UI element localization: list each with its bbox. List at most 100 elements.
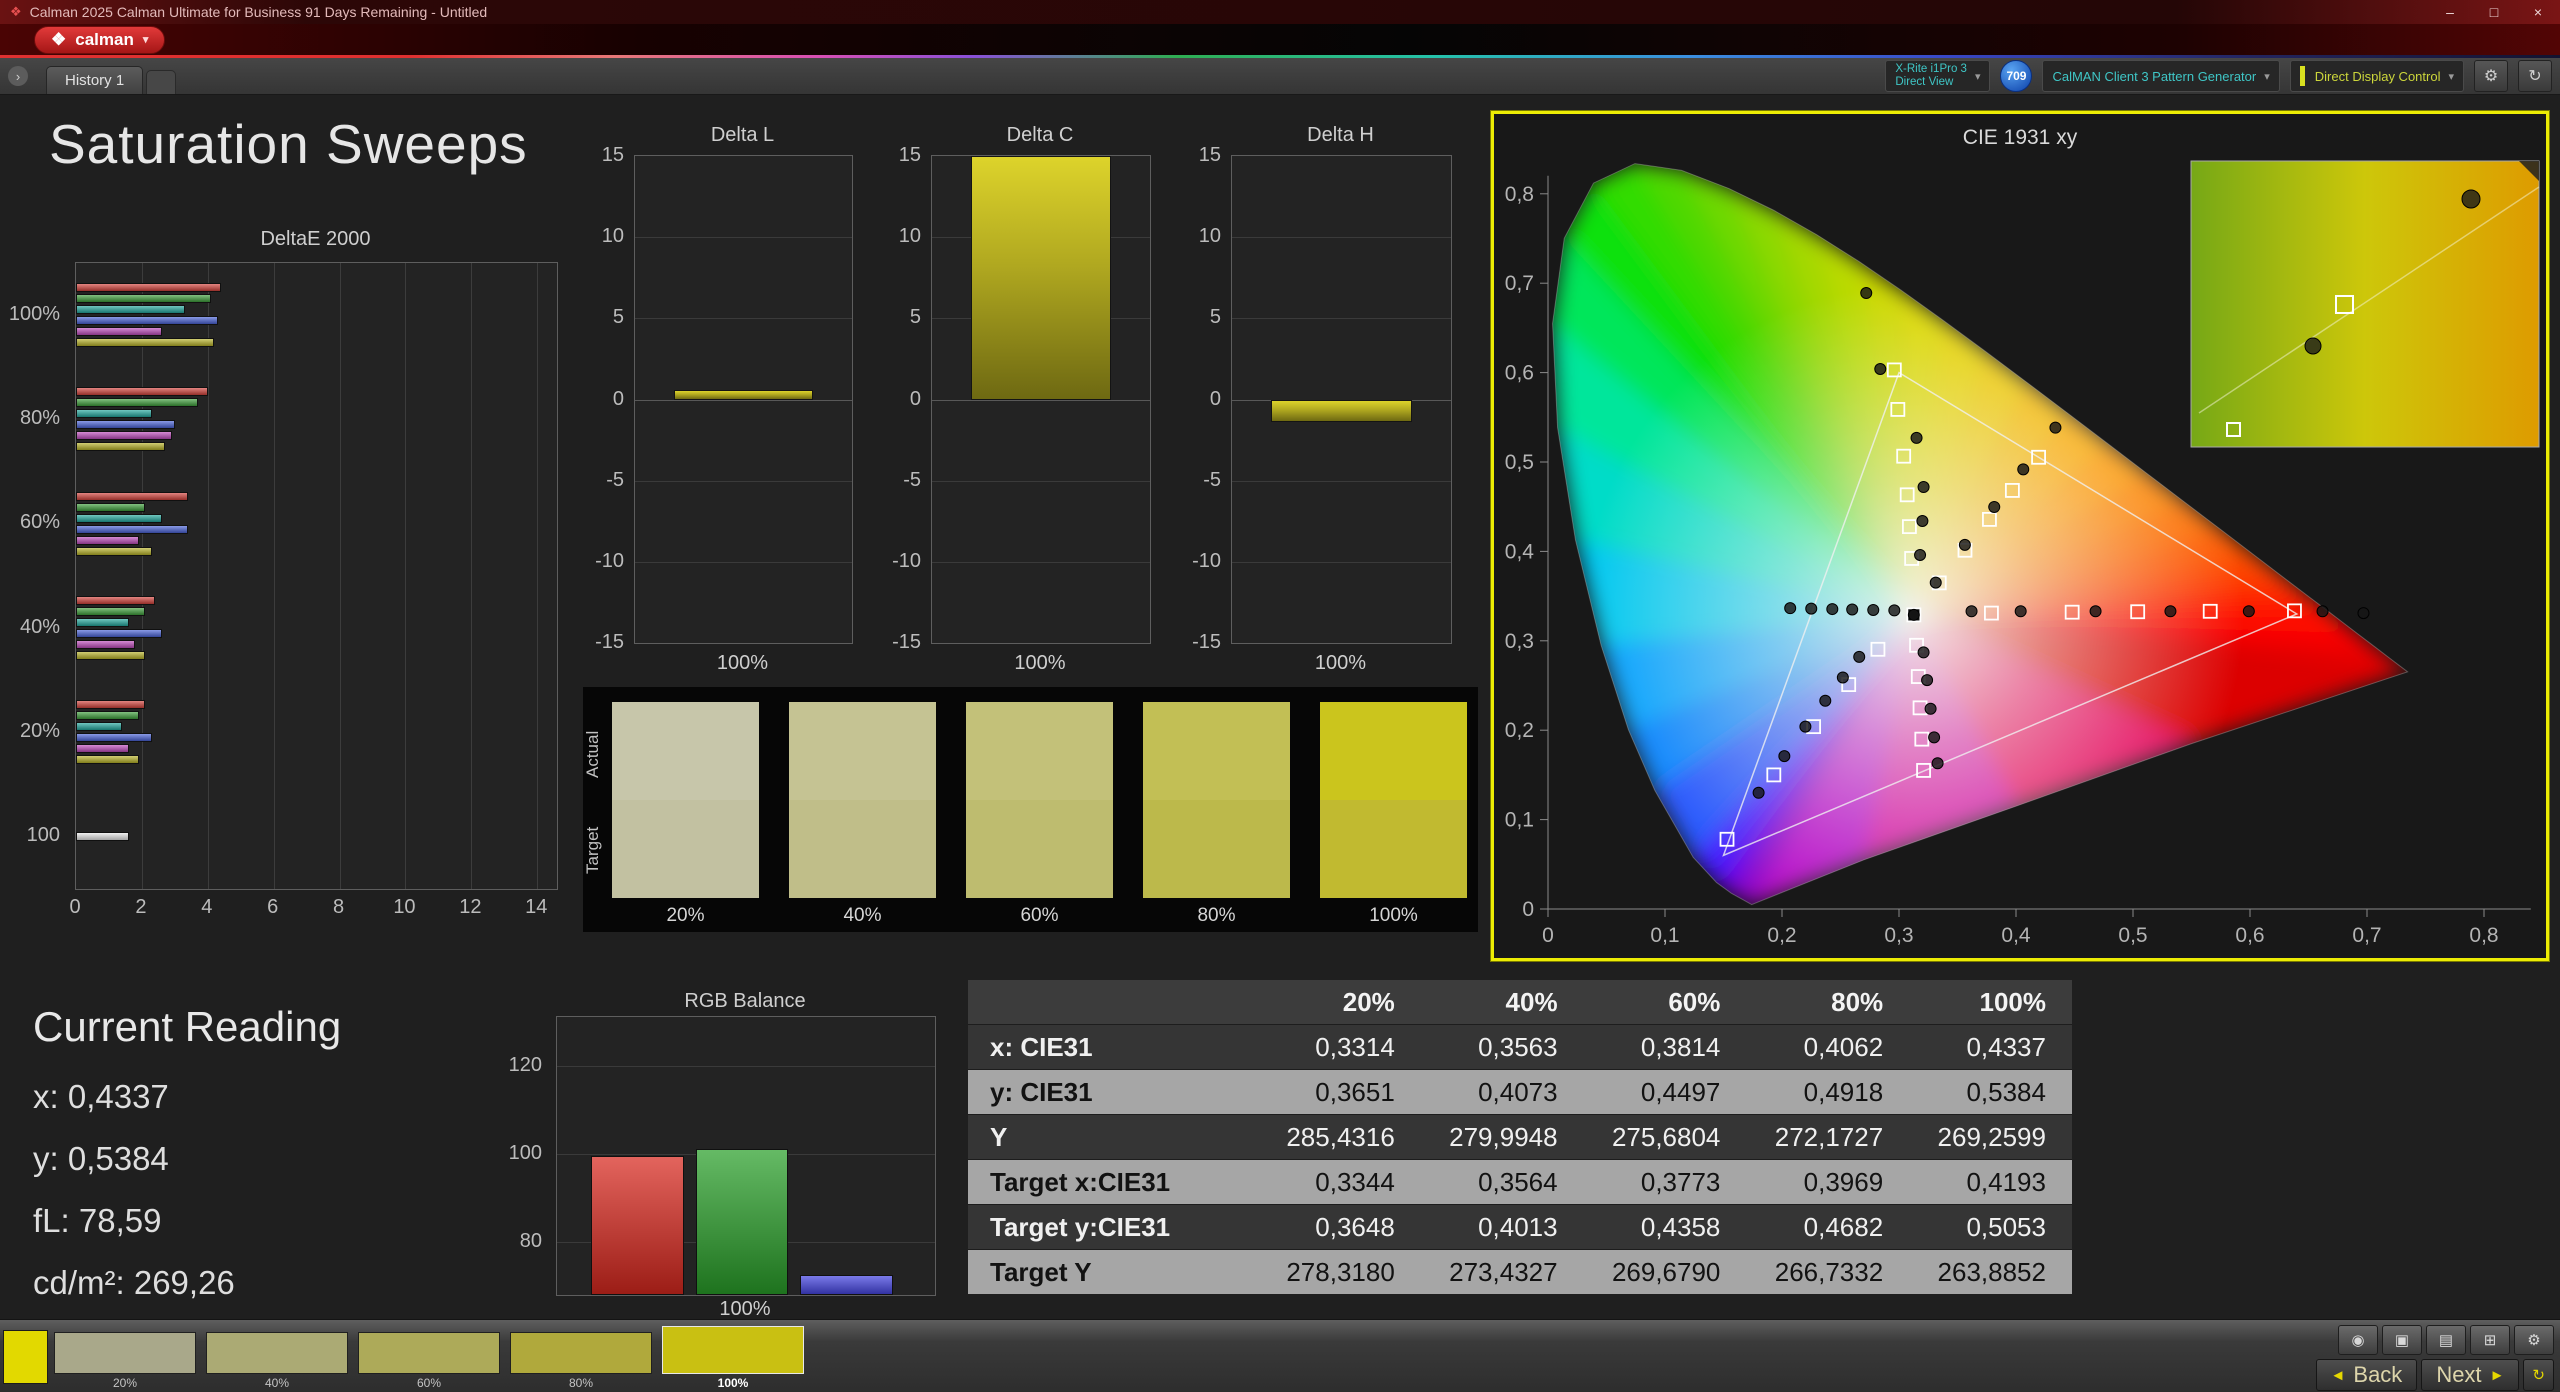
tab-stub[interactable] bbox=[146, 70, 176, 94]
close-button[interactable]: × bbox=[2516, 0, 2560, 24]
current-pattern-swatch bbox=[3, 1330, 48, 1384]
deltae-bar bbox=[76, 711, 139, 720]
gridline bbox=[635, 481, 852, 482]
rgb-bar-blue bbox=[800, 1275, 893, 1295]
svg-text:0,7: 0,7 bbox=[2352, 924, 2381, 947]
table-cell: 0,4073 bbox=[1421, 1077, 1584, 1108]
pattern-swatch-60%[interactable] bbox=[358, 1332, 500, 1374]
gridline bbox=[1232, 481, 1451, 482]
svg-text:0: 0 bbox=[1522, 898, 1534, 921]
row-label: Target Y bbox=[968, 1257, 1258, 1288]
meter-mode: Direct View bbox=[1895, 76, 1967, 89]
pattern-swatch-100%[interactable] bbox=[662, 1326, 804, 1374]
deltae-ylabel: 80% bbox=[0, 366, 70, 470]
deltae-bar bbox=[76, 327, 162, 336]
advance-button[interactable]: ↻ bbox=[2523, 1359, 2554, 1391]
gridline bbox=[635, 318, 852, 319]
svg-text:0,8: 0,8 bbox=[2469, 924, 2498, 947]
axis-tick-label: 5 bbox=[1210, 306, 1221, 328]
deltae-xtick: 6 bbox=[267, 896, 278, 919]
table-cell: 0,4193 bbox=[1909, 1167, 2072, 1198]
pattern-swatch-20%[interactable] bbox=[54, 1332, 196, 1374]
deltae-xlabels: 02468101214 bbox=[75, 896, 556, 922]
display-control-dropdown[interactable]: Direct Display Control ▾ bbox=[2290, 60, 2464, 92]
table-row: x: CIE310,33140,35630,38140,40620,4337 bbox=[968, 1024, 2072, 1069]
minimize-button[interactable]: – bbox=[2428, 0, 2472, 24]
deltae-bar bbox=[76, 294, 211, 303]
deltae-bar bbox=[76, 525, 188, 534]
axis-tick-label: -10 bbox=[892, 550, 921, 572]
deltae-ylabel: 60% bbox=[0, 471, 70, 575]
layout-button[interactable]: ⊞ bbox=[2470, 1325, 2510, 1355]
table-header-row: 20%40%60%80%100% bbox=[968, 980, 2072, 1024]
refresh-button[interactable]: ↻ bbox=[2518, 60, 2552, 92]
svg-text:0: 0 bbox=[1542, 924, 1554, 947]
deltae-xtick: 2 bbox=[135, 896, 146, 919]
meter-dropdown[interactable]: X-Rite i1Pro 3 Direct View ▾ bbox=[1885, 60, 1990, 92]
deltae-ylabel: 100% bbox=[0, 262, 70, 366]
swatch-label: 100% bbox=[1320, 905, 1467, 927]
display-control-indicator bbox=[2300, 66, 2305, 86]
back-label: Back bbox=[2353, 1362, 2402, 1388]
next-button[interactable]: Next ► bbox=[2421, 1359, 2519, 1391]
gear-icon: ⚙ bbox=[2484, 66, 2498, 86]
tab-history-1[interactable]: History 1 bbox=[46, 66, 143, 94]
deltae-bar bbox=[76, 316, 218, 325]
report-button[interactable]: ▤ bbox=[2426, 1325, 2466, 1355]
axis-tick-label: 10 bbox=[602, 225, 624, 247]
app-diamond-icon: ❖ bbox=[10, 4, 22, 20]
svg-text:0,1: 0,1 bbox=[1505, 809, 1534, 832]
swatch-panel: Actual Target 20%40%60%80%100% bbox=[583, 687, 1478, 932]
reading-cdm2: cd/m²: 269,26 bbox=[33, 1264, 235, 1302]
chevron-down-icon: ▾ bbox=[1975, 70, 1981, 83]
deltae-bar bbox=[76, 305, 185, 314]
settings-gear-button[interactable]: ⚙ bbox=[2474, 60, 2508, 92]
deltae-bar bbox=[76, 283, 221, 292]
table-cell: 0,4497 bbox=[1584, 1077, 1747, 1108]
current-reading-title: Current Reading bbox=[33, 1003, 341, 1051]
options-gear-button[interactable]: ⚙ bbox=[2514, 1325, 2554, 1355]
deltae-bar bbox=[76, 338, 214, 347]
deltae-bar bbox=[76, 629, 162, 638]
deltae-ylabel: 20% bbox=[0, 679, 70, 783]
table-cell: 0,3564 bbox=[1421, 1167, 1584, 1198]
calman-menu-button[interactable]: ❖ calman ▾ bbox=[34, 26, 165, 54]
table-cell: 285,4316 bbox=[1258, 1122, 1421, 1153]
table-cell: 278,3180 bbox=[1258, 1257, 1421, 1288]
pattern-swatch-label: 80% bbox=[510, 1376, 652, 1390]
back-button[interactable]: ◄ Back bbox=[2316, 1359, 2418, 1391]
pattern-generator-dropdown[interactable]: CalMAN Client 3 Pattern Generator ▾ bbox=[2042, 60, 2279, 92]
delta-h-xlabel: 100% bbox=[1231, 652, 1450, 675]
table-cell: 273,4327 bbox=[1421, 1257, 1584, 1288]
rgb-xlabel: 100% bbox=[556, 1298, 934, 1321]
gridline bbox=[932, 400, 1150, 401]
window-title: Calman 2025 Calman Ultimate for Business… bbox=[30, 4, 488, 20]
gridline bbox=[557, 1066, 935, 1067]
axis-tick-label: 80 bbox=[520, 1230, 542, 1252]
column-header: 40% bbox=[1421, 987, 1584, 1018]
device-toolbar: X-Rite i1Pro 3 Direct View ▾ 709 CalMAN … bbox=[1885, 60, 2560, 92]
next-arrow-icon: ► bbox=[2490, 1367, 2505, 1384]
pattern-swatch-80%[interactable] bbox=[510, 1332, 652, 1374]
gridline bbox=[1232, 562, 1451, 563]
axis-tick-label: 120 bbox=[509, 1054, 542, 1076]
cie-chart-panel[interactable]: 00,10,20,30,40,50,60,70,800,10,20,30,40,… bbox=[1491, 111, 2549, 961]
pattern-swatch-40%[interactable] bbox=[206, 1332, 348, 1374]
capture-button[interactable]: ◉ bbox=[2338, 1325, 2378, 1355]
display-button[interactable]: ▣ bbox=[2382, 1325, 2422, 1355]
delta_c-bar bbox=[971, 156, 1111, 400]
swatch-column: 100% bbox=[1320, 687, 1467, 932]
axis-tick-label: 15 bbox=[1199, 144, 1221, 166]
axis-tick-label: 15 bbox=[602, 144, 624, 166]
deltae-bar bbox=[76, 547, 152, 556]
maximize-button[interactable]: □ bbox=[2472, 0, 2516, 24]
deltae-bar-group bbox=[76, 576, 557, 680]
colorspace-709-badge[interactable]: 709 bbox=[2000, 60, 2032, 92]
layout-nav-button[interactable]: › bbox=[8, 66, 28, 86]
svg-text:0,6: 0,6 bbox=[1505, 362, 1534, 385]
svg-text:0,8: 0,8 bbox=[1505, 183, 1534, 206]
table-cell: 269,6790 bbox=[1584, 1257, 1747, 1288]
svg-text:0,2: 0,2 bbox=[1505, 719, 1534, 742]
row-label: Y bbox=[968, 1122, 1258, 1153]
next-label: Next bbox=[2436, 1362, 2481, 1388]
